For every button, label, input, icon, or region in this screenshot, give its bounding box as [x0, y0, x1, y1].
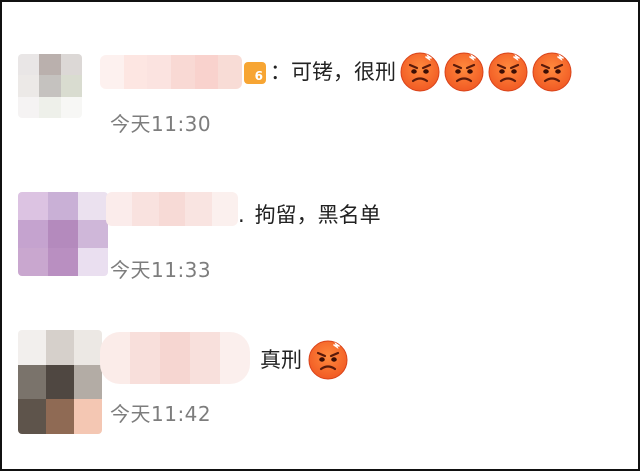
comment-text: . 拘留，黑名单 [238, 198, 381, 232]
comment-time: 今天11:42 [110, 402, 212, 426]
username-blurred[interactable] [106, 192, 238, 226]
avatar[interactable] [18, 330, 102, 434]
angry-face-icon [488, 52, 528, 92]
comment-content: 拘留，黑名单 [254, 203, 381, 227]
name-separator: . [238, 203, 245, 227]
vip-level-badge: 6 [244, 62, 266, 84]
angry-face-icon [400, 52, 440, 92]
comment-text: ： 可铐，很刑 [270, 52, 572, 92]
avatar[interactable] [18, 54, 82, 118]
comment-content: 可铐，很刑 [291, 60, 396, 84]
comment-content: 真刑 [260, 348, 302, 372]
name-separator: ： [270, 60, 291, 84]
comment-time: 今天11:30 [110, 112, 212, 136]
username-blurred[interactable] [100, 55, 242, 89]
avatar[interactable] [18, 192, 108, 276]
angry-face-icon [444, 52, 484, 92]
angry-face-icon [308, 340, 348, 380]
comment-list: 6 ： 可铐，很刑 今天11:30 . 拘留，黑名单 今天11:33 真刑 今天… [0, 0, 640, 471]
comment-time: 今天11:33 [110, 258, 212, 282]
username-blurred[interactable] [100, 332, 250, 384]
comment-text: 真刑 [260, 340, 348, 380]
angry-face-icon [532, 52, 572, 92]
